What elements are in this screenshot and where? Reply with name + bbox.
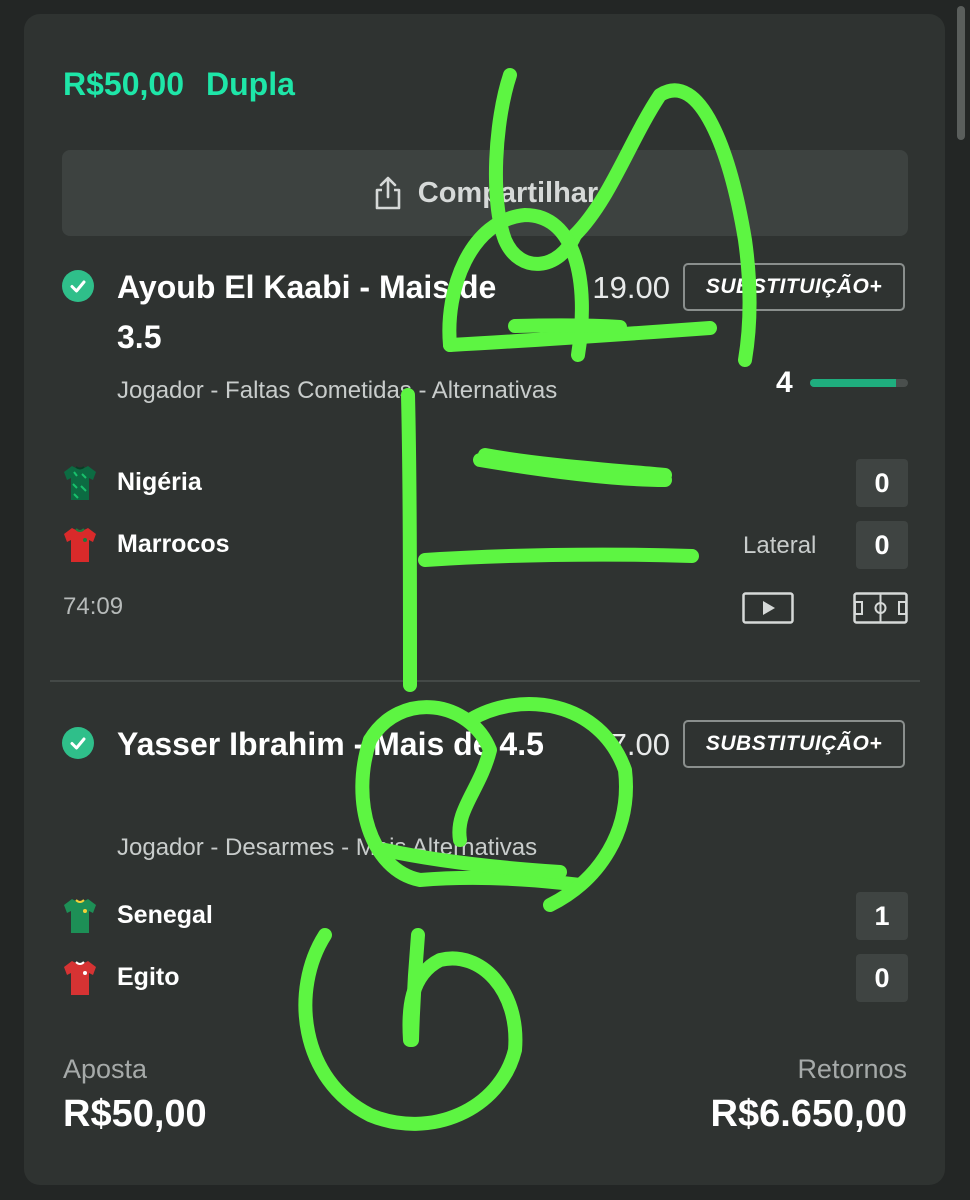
share-button[interactable]: Compartilhar — [62, 150, 908, 236]
check-icon — [62, 270, 94, 302]
progress-bar — [810, 379, 908, 387]
substitution-button[interactable]: SUBSTITUIÇÃO+ — [683, 720, 905, 768]
egypt-jersey-icon — [64, 961, 96, 995]
share-label: Compartilhar — [417, 176, 599, 209]
senegal-jersey-icon — [64, 899, 96, 933]
bet-amount: R$50,00 — [63, 66, 184, 102]
bet-type: Dupla — [205, 66, 295, 102]
team-name: Marrocos — [117, 530, 230, 558]
video-icon[interactable] — [742, 592, 794, 624]
match-clock: 74:09 — [63, 593, 124, 620]
match-status: Lateral — [743, 532, 817, 559]
pitch-icon[interactable] — [853, 592, 908, 624]
scrollbar[interactable] — [957, 6, 965, 140]
team-score: 0 — [856, 954, 908, 1002]
nigeria-jersey-icon — [64, 466, 96, 500]
divider — [50, 680, 920, 682]
check-icon — [62, 727, 94, 759]
returns-value: R$6.650,00 — [710, 1093, 908, 1135]
selection-odds: 19.00 — [592, 270, 670, 305]
returns-label: Retornos — [797, 1054, 907, 1084]
morocco-jersey-icon — [64, 528, 96, 562]
substitution-button[interactable]: SUBSTITUIÇÃO+ — [683, 263, 905, 311]
stake-value: R$50,00 — [63, 1093, 207, 1135]
share-icon — [375, 176, 401, 210]
selection-odds: 7.00 — [609, 727, 670, 762]
team-name: Senegal — [117, 901, 213, 929]
selection-title: Yasser Ibrahim - Mais de 4.5 — [117, 726, 544, 762]
stake-label: Aposta — [63, 1054, 148, 1084]
progress-value: 4 — [776, 366, 793, 399]
team-name: Egito — [117, 963, 180, 991]
selection-market: Jogador - Desarmes - Mais Alternativas — [117, 834, 538, 861]
team-score: 0 — [856, 459, 908, 507]
team-score: 0 — [856, 521, 908, 569]
bet-header: R$50,00 Dupla — [63, 66, 295, 103]
selection-market: Jogador - Faltas Cometidas - Alternativa… — [117, 377, 558, 404]
team-score: 1 — [856, 892, 908, 940]
selection-title: Ayoub El Kaabi - Mais de 3.5 — [117, 269, 497, 355]
progress-fill — [810, 379, 896, 387]
team-name: Nigéria — [117, 468, 202, 496]
